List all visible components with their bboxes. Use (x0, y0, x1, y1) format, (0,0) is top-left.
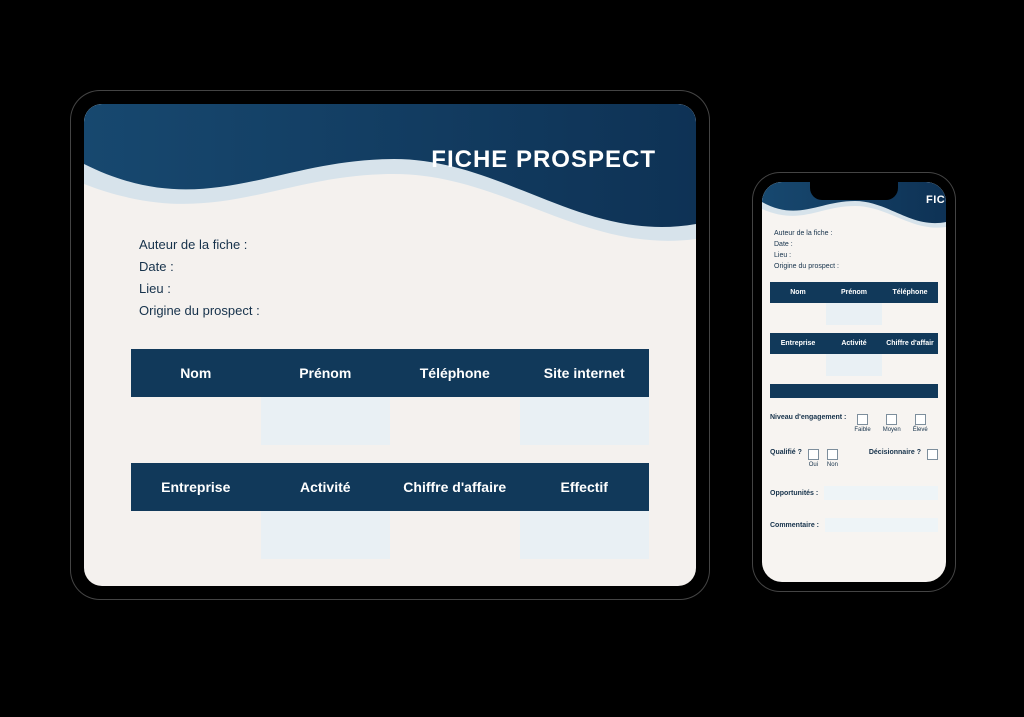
col-activite: Activité (826, 333, 882, 354)
engagement-option[interactable]: Élevé (913, 414, 928, 433)
col-entreprise: Entreprise (770, 333, 826, 354)
opportunites-row: Opportunités : (770, 486, 938, 500)
input-telephone[interactable] (882, 303, 938, 325)
phone-notch (810, 182, 898, 200)
decisionnaire-label: Décisionnaire ? (869, 449, 921, 456)
checkbox-icon[interactable] (808, 449, 819, 460)
engagement-row: Niveau d'engagement : Faible Moyen Él (770, 414, 938, 433)
col-ca: Chiffre d'affaire (390, 463, 520, 511)
form-title: FICHE PROSPECT (431, 146, 656, 174)
col-telephone: Téléphone (882, 282, 938, 303)
commentaire-input[interactable] (825, 518, 938, 532)
meta-origine: Origine du prospect : (774, 261, 938, 272)
engagement-label: Niveau d'engagement : (770, 414, 846, 421)
qualifie-group: Qualifié ? Oui Non (770, 449, 838, 468)
input-site[interactable] (520, 397, 650, 445)
checkbox-icon[interactable] (915, 414, 926, 425)
input-nom[interactable] (131, 397, 261, 445)
qualifie-option[interactable]: Oui (808, 449, 819, 468)
input-activite[interactable] (826, 354, 882, 376)
input-ca[interactable] (390, 511, 520, 559)
table-input-row[interactable] (770, 354, 938, 376)
checkbox-icon[interactable] (886, 414, 897, 425)
input-entreprise[interactable] (131, 511, 261, 559)
table-header-row: Entreprise Activité Chiffre d'affair (770, 333, 938, 354)
tablet-form-body: Nom Prénom Téléphone Site internet Entre… (131, 349, 649, 559)
qualifie-label: Qualifié ? (770, 449, 802, 456)
col-nom: Nom (131, 349, 261, 397)
qualifie-option[interactable]: Non (827, 449, 838, 468)
meta-date: Date : (774, 239, 938, 250)
tablet-screen: FICHE PROSPECT Auteur de la fiche : Date… (84, 104, 696, 586)
engagement-option[interactable]: Moyen (883, 414, 901, 433)
tablet-header-wave (84, 104, 696, 254)
col-site: Site internet (520, 349, 650, 397)
input-ca[interactable] (882, 354, 938, 376)
col-prenom: Prénom (261, 349, 391, 397)
table-input-row[interactable] (770, 303, 938, 325)
input-telephone[interactable] (390, 397, 520, 445)
col-prenom: Prénom (826, 282, 882, 303)
col-nom: Nom (770, 282, 826, 303)
input-entreprise[interactable] (770, 354, 826, 376)
table-input-row[interactable] (131, 397, 649, 445)
input-prenom[interactable] (261, 397, 391, 445)
input-activite[interactable] (261, 511, 391, 559)
table-input-row[interactable] (131, 511, 649, 559)
decisionnaire-group: Décisionnaire ? (869, 449, 938, 468)
form-meta: Auteur de la fiche : Date : Lieu : Origi… (139, 234, 260, 322)
opportunites-label: Opportunités : (770, 490, 818, 497)
phone-screen: FIC Auteur de la fiche : Date : Lieu : O… (762, 182, 946, 582)
checkbox-icon[interactable] (827, 449, 838, 460)
table-header-row: Entreprise Activité Chiffre d'affaire Ef… (131, 463, 649, 511)
input-effectif[interactable] (520, 511, 650, 559)
form-meta: Auteur de la fiche : Date : Lieu : Origi… (774, 228, 938, 272)
engagement-option[interactable]: Faible (854, 414, 870, 433)
input-prenom[interactable] (826, 303, 882, 325)
phone-device: FIC Auteur de la fiche : Date : Lieu : O… (752, 172, 956, 592)
meta-lieu: Lieu : (139, 278, 260, 300)
phone-form-body: Nom Prénom Téléphone Entreprise Activité… (770, 282, 938, 532)
col-telephone: Téléphone (390, 349, 520, 397)
checkbox-icon[interactable] (927, 449, 938, 460)
qualifie-decisionnaire-row: Qualifié ? Oui Non (770, 449, 938, 468)
opportunites-input[interactable] (824, 486, 938, 500)
meta-lieu: Lieu : (774, 250, 938, 261)
col-ca: Chiffre d'affair (882, 333, 938, 354)
commentaire-row: Commentaire : (770, 518, 938, 532)
meta-author: Auteur de la fiche : (774, 228, 938, 239)
col-activite: Activité (261, 463, 391, 511)
commentaire-label: Commentaire : (770, 522, 819, 529)
meta-author: Auteur de la fiche : (139, 234, 260, 256)
meta-origine: Origine du prospect : (139, 300, 260, 322)
col-effectif: Effectif (520, 463, 650, 511)
section-bar (770, 384, 938, 398)
tablet-device: FICHE PROSPECT Auteur de la fiche : Date… (70, 90, 710, 600)
meta-date: Date : (139, 256, 260, 278)
table-header-row: Nom Prénom Téléphone Site internet (131, 349, 649, 397)
checkbox-icon[interactable] (857, 414, 868, 425)
col-entreprise: Entreprise (131, 463, 261, 511)
form-title-truncated: FIC (926, 194, 946, 206)
input-nom[interactable] (770, 303, 826, 325)
table-header-row: Nom Prénom Téléphone (770, 282, 938, 303)
